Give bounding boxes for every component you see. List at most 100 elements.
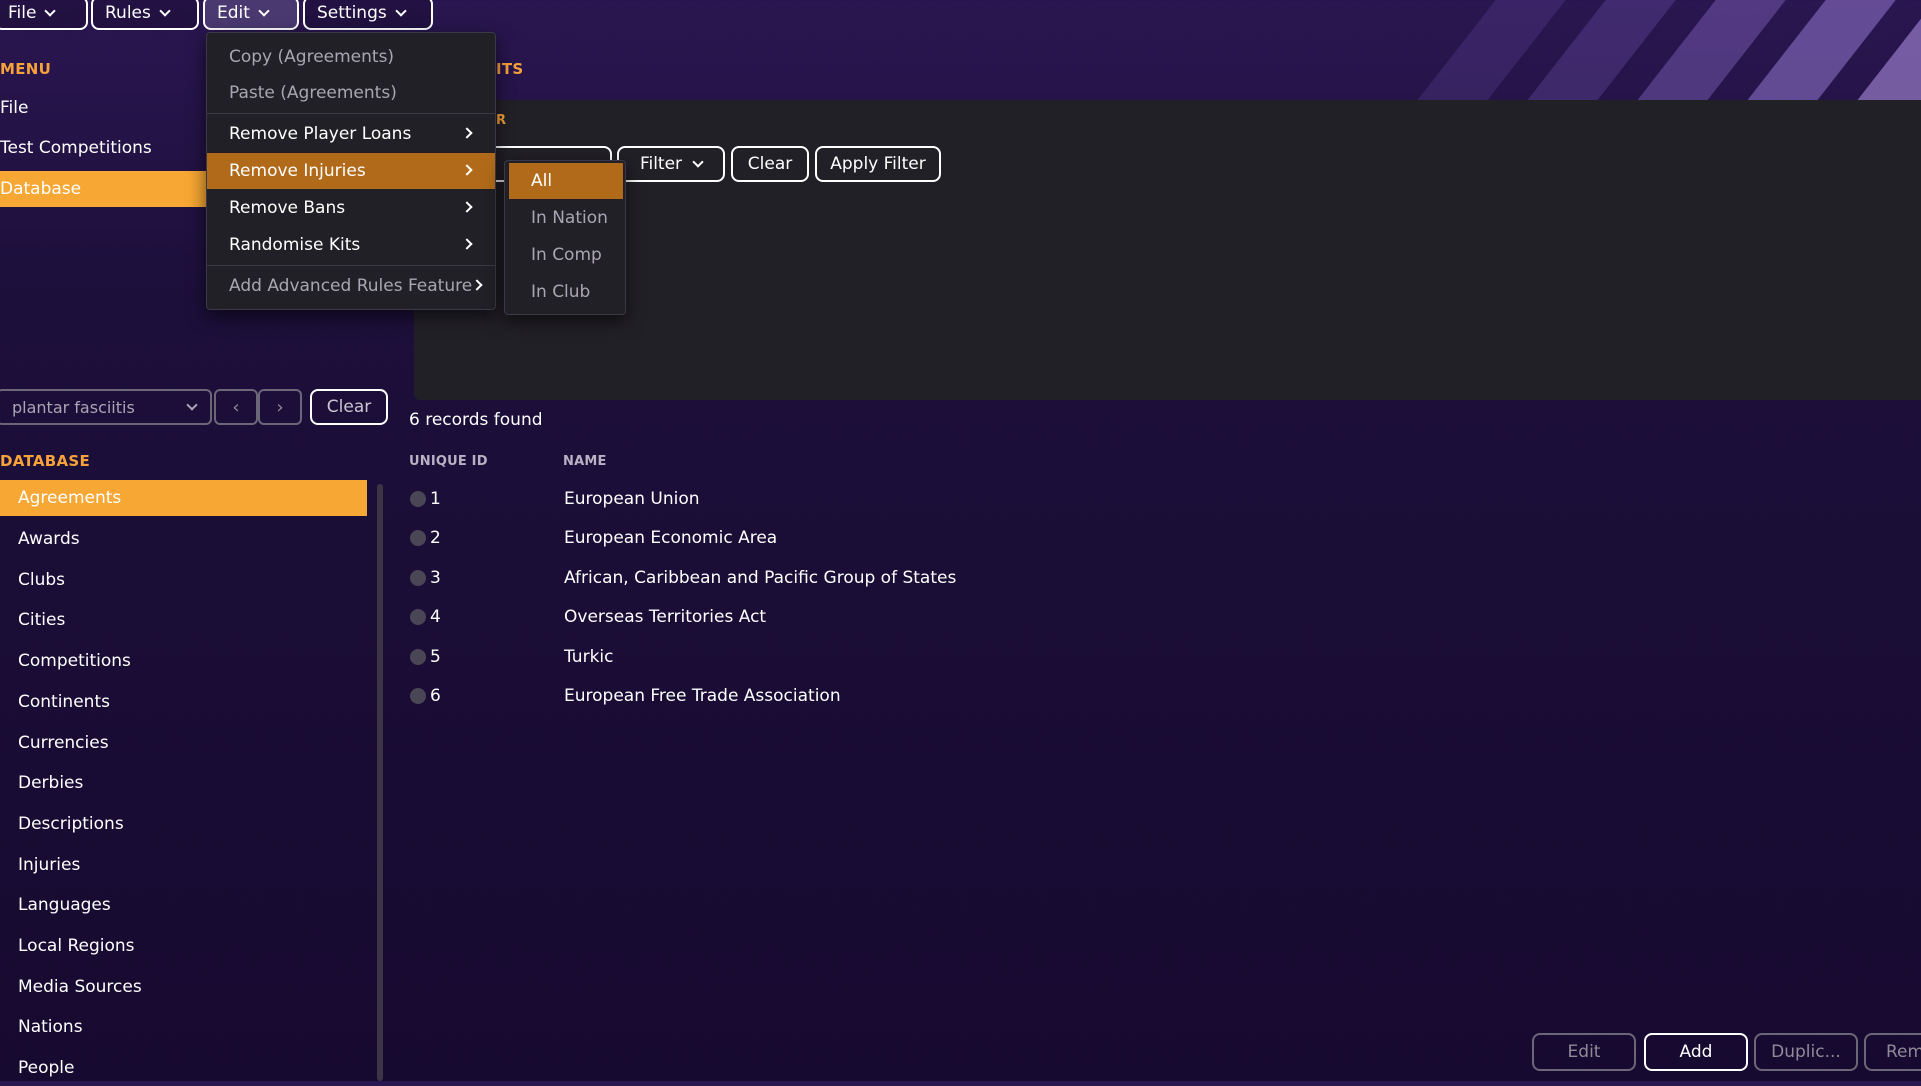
- row-checkbox[interactable]: [410, 530, 426, 546]
- chevron-down-icon: [692, 156, 704, 168]
- table-row[interactable]: 5 Turkic: [408, 643, 1008, 671]
- db-item-nations[interactable]: Nations: [0, 1009, 367, 1045]
- next-result-button[interactable]: ›: [258, 389, 302, 425]
- filter-panel: [414, 100, 1921, 400]
- rules-menu-label: Rules: [105, 3, 151, 23]
- chevron-right-icon: [461, 127, 473, 139]
- row-checkbox[interactable]: [410, 688, 426, 704]
- left-menu-item-file[interactable]: File: [0, 94, 28, 122]
- chevron-down-icon: [44, 5, 57, 17]
- db-item-cities[interactable]: Cities: [0, 602, 367, 638]
- chevron-right-icon: [461, 238, 473, 250]
- submenu-item-in-comp[interactable]: In Comp: [509, 237, 623, 273]
- remove-record-button[interactable]: Rem: [1864, 1033, 1921, 1071]
- search-clear-label: Clear: [326, 397, 372, 417]
- table-row[interactable]: 6 European Free Trade Association: [408, 682, 1008, 710]
- db-item-clubs[interactable]: Clubs: [0, 562, 367, 598]
- edit-dropdown-menu: Copy (Agreements) Paste (Agreements) Rem…: [206, 32, 496, 310]
- search-value: plantar fasciitis: [12, 397, 135, 417]
- previous-result-button[interactable]: ‹: [214, 389, 258, 425]
- row-id: 4: [430, 607, 441, 627]
- row-id: 3: [430, 568, 441, 588]
- chevron-down-icon: [159, 5, 171, 17]
- panel-title: ITS: [496, 60, 524, 78]
- database-list-scrollbar[interactable]: [377, 484, 383, 1081]
- db-item-injuries[interactable]: Injuries: [0, 847, 367, 883]
- row-id: 5: [430, 647, 441, 667]
- chevron-right-icon: [471, 279, 483, 291]
- file-menu-button[interactable]: File: [0, 0, 88, 30]
- chevron-right-icon: ›: [276, 396, 284, 418]
- filter-clear-label: Clear: [747, 154, 793, 174]
- chevron-down-icon: [258, 5, 270, 17]
- row-checkbox[interactable]: [410, 491, 426, 507]
- table-row[interactable]: 3 African, Caribbean and Pacific Group o…: [408, 564, 1008, 592]
- menu-item-remove-player-loans[interactable]: Remove Player Loans: [207, 116, 495, 152]
- row-name: African, Caribbean and Pacific Group of …: [564, 568, 957, 588]
- row-name: Overseas Territories Act: [564, 607, 767, 627]
- filter-clear-button[interactable]: Clear: [731, 146, 809, 182]
- submenu-item-in-nation[interactable]: In Nation: [509, 200, 623, 236]
- file-menu-label: File: [8, 3, 37, 23]
- column-header-unique-id[interactable]: UNIQUE ID: [409, 454, 488, 469]
- menu-item-remove-bans[interactable]: Remove Bans: [207, 190, 495, 226]
- db-item-descriptions[interactable]: Descriptions: [0, 806, 367, 842]
- db-item-languages[interactable]: Languages: [0, 887, 367, 923]
- db-item-competitions[interactable]: Competitions: [0, 643, 367, 679]
- settings-menu-button[interactable]: Settings: [303, 0, 433, 30]
- menu-item-add-advanced-rules-feature[interactable]: Add Advanced Rules Feature: [207, 268, 495, 304]
- row-name: European Free Trade Association: [564, 686, 841, 706]
- add-record-button[interactable]: Add: [1644, 1033, 1748, 1071]
- settings-menu-label: Settings: [317, 3, 387, 23]
- edit-menu-label: Edit: [217, 3, 250, 23]
- db-item-currencies[interactable]: Currencies: [0, 725, 367, 761]
- filter-heading: R: [496, 113, 507, 128]
- db-item-awards[interactable]: Awards: [0, 521, 367, 557]
- left-menu-item-test-competitions[interactable]: Test Competitions: [0, 134, 152, 162]
- edit-record-button[interactable]: Edit: [1532, 1033, 1636, 1071]
- chevron-right-icon: [461, 201, 473, 213]
- chevron-left-icon: ‹: [232, 396, 240, 418]
- chevron-down-icon: [395, 5, 407, 17]
- search-dropdown[interactable]: plantar fasciitis: [0, 389, 212, 425]
- apply-filter-label: Apply Filter: [830, 154, 926, 174]
- db-item-agreements[interactable]: Agreements: [0, 480, 367, 516]
- apply-filter-button[interactable]: Apply Filter: [815, 146, 941, 182]
- rules-menu-button[interactable]: Rules: [91, 0, 199, 30]
- row-checkbox[interactable]: [410, 609, 426, 625]
- records-count: 6 records found: [409, 410, 543, 430]
- menu-divider: [207, 265, 495, 266]
- menu-heading: MENU: [0, 60, 52, 78]
- table-row[interactable]: 1 European Union: [408, 485, 1008, 513]
- menu-item-remove-injuries[interactable]: Remove Injuries: [207, 153, 495, 189]
- row-id: 6: [430, 686, 441, 706]
- header-decoration: [1361, 0, 1921, 100]
- row-id: 2: [430, 528, 441, 548]
- left-menu-item-database[interactable]: Database: [0, 171, 210, 207]
- table-row[interactable]: 2 European Economic Area: [408, 524, 1008, 552]
- chevron-right-icon: [461, 164, 473, 176]
- submenu-item-all[interactable]: All: [509, 163, 623, 199]
- duplicate-record-button[interactable]: Duplic...: [1754, 1033, 1858, 1071]
- filter-label: Filter: [639, 154, 683, 174]
- chevron-down-icon: [186, 399, 198, 411]
- filter-dropdown-button[interactable]: Filter: [617, 146, 725, 182]
- search-clear-button[interactable]: Clear: [310, 389, 388, 425]
- menu-item-paste[interactable]: Paste (Agreements): [207, 75, 495, 111]
- column-header-name[interactable]: NAME: [563, 454, 607, 469]
- menu-item-randomise-kits[interactable]: Randomise Kits: [207, 227, 495, 263]
- db-item-local-regions[interactable]: Local Regions: [0, 928, 367, 964]
- row-id: 1: [430, 489, 441, 509]
- row-checkbox[interactable]: [410, 649, 426, 665]
- row-name: Turkic: [564, 647, 614, 667]
- db-item-media-sources[interactable]: Media Sources: [0, 969, 367, 1005]
- menu-divider: [207, 113, 495, 114]
- table-row[interactable]: 4 Overseas Territories Act: [408, 603, 1008, 631]
- menu-item-copy[interactable]: Copy (Agreements): [207, 39, 495, 75]
- row-checkbox[interactable]: [410, 570, 426, 586]
- submenu-item-in-club[interactable]: In Club: [509, 274, 623, 310]
- db-item-continents[interactable]: Continents: [0, 684, 367, 720]
- db-item-derbies[interactable]: Derbies: [0, 765, 367, 801]
- remove-injuries-submenu: All In Nation In Comp In Club: [504, 160, 626, 315]
- edit-menu-button[interactable]: Edit: [203, 0, 299, 30]
